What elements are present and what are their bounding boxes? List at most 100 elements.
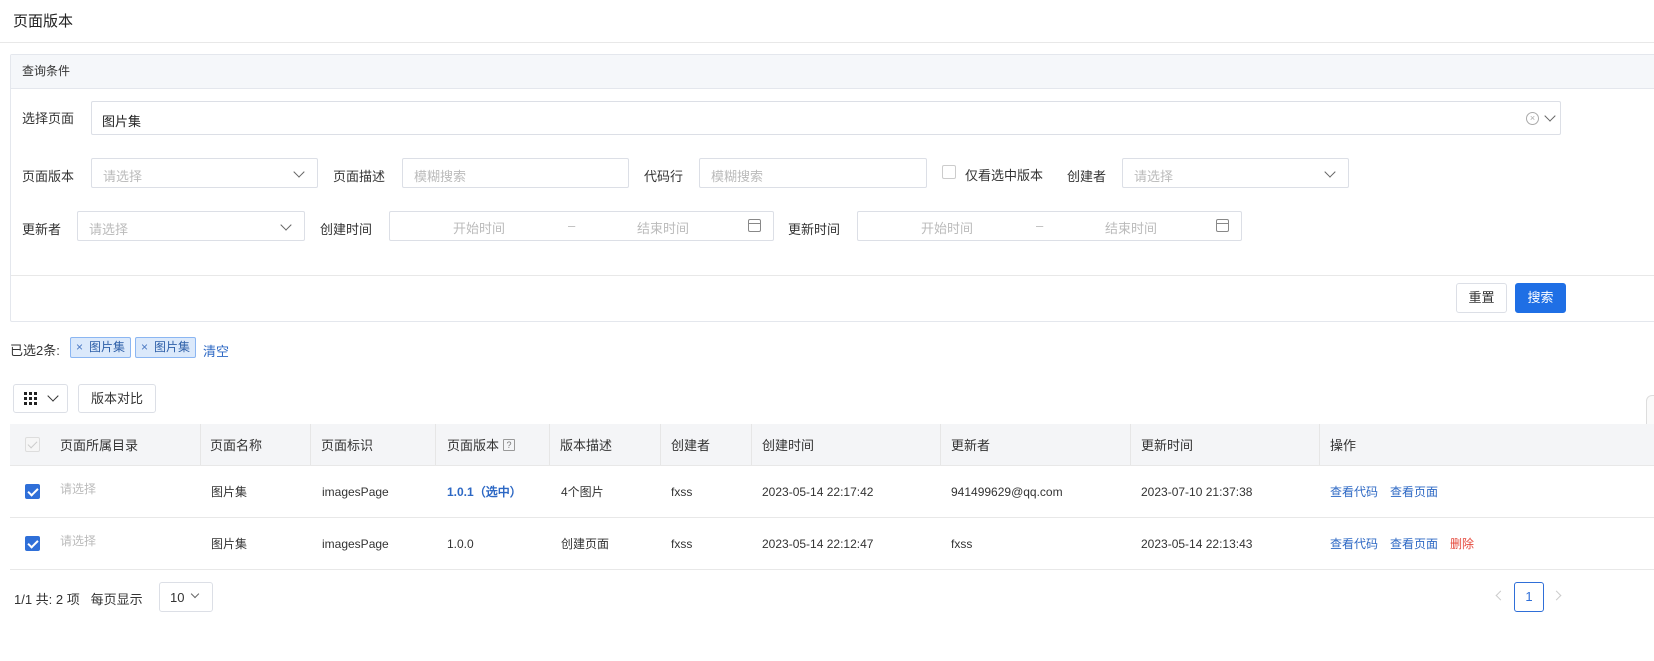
page-title: 页面版本: [13, 13, 74, 30]
th-ops: 操作: [1330, 438, 1357, 453]
query-panel-header: 查询条件: [11, 55, 1654, 89]
clear-selection-link[interactable]: 清空: [203, 341, 229, 360]
th-version-label: 页面版本: [447, 438, 500, 453]
th-created[interactable]: 创建时间: [762, 424, 814, 465]
th-key[interactable]: 页面标识: [321, 424, 373, 465]
table-header: 页面所属目录 页面名称 页面标识 页面版本 ? 版本描述 创建者 创建时间 更新…: [10, 424, 1654, 466]
created-time-end[interactable]: 结束时间: [637, 218, 689, 237]
page-size-select[interactable]: 10: [159, 582, 213, 612]
query-panel-divider: [11, 275, 1654, 276]
calendar-icon: [1216, 219, 1229, 232]
page-size-label: 每页显示: [90, 592, 143, 607]
column-settings-button[interactable]: [13, 384, 68, 413]
updated-time-label: 更新时间: [788, 222, 841, 237]
table-row: 请选择 图片集 imagesPage 1.0.1（选中） 4个图片 fxss 2…: [10, 466, 1654, 518]
close-icon[interactable]: ×: [141, 340, 148, 354]
updater-select[interactable]: 请选择: [77, 211, 305, 241]
updater-select-placeholder: 请选择: [89, 222, 129, 237]
chevron-down-icon: [293, 166, 305, 178]
chevron-down-icon: [1544, 110, 1556, 122]
reset-button[interactable]: 重置: [1456, 283, 1507, 313]
updater-label: 更新者: [22, 222, 62, 237]
version-select[interactable]: 请选择: [91, 158, 318, 188]
grid-icon: [24, 392, 37, 405]
view-code-link[interactable]: 查看代码: [1330, 535, 1378, 552]
selected-tag-text: 图片集: [89, 340, 126, 354]
delete-link[interactable]: 删除: [1450, 535, 1474, 552]
select-all-checkbox[interactable]: [25, 437, 40, 452]
row-key: imagesPage: [322, 484, 389, 499]
created-time-start[interactable]: 开始时间: [453, 218, 505, 237]
version-select-placeholder: 请选择: [103, 169, 143, 184]
calendar-icon: [748, 219, 761, 232]
th-creator[interactable]: 创建者: [671, 424, 710, 465]
version-label: 页面版本: [22, 169, 75, 184]
pagination-info: 1/1 共: 2 项 每页显示: [14, 589, 143, 608]
th-name[interactable]: 页面名称: [210, 424, 262, 465]
row-checkbox[interactable]: [25, 536, 40, 551]
row-version: 1.0.1（选中）: [447, 485, 522, 499]
code-input-placeholder: 模糊搜索: [711, 169, 764, 184]
selected-tag-text: 图片集: [154, 340, 191, 354]
page-select-value: 图片集: [102, 114, 142, 129]
row-created: 2023-05-14 22:12:47: [762, 536, 874, 551]
updated-time-start[interactable]: 开始时间: [921, 218, 973, 237]
chevron-down-icon: [280, 219, 292, 231]
next-page-icon[interactable]: [1551, 590, 1562, 601]
row-updater: 941499629@qq.com: [951, 484, 1063, 499]
page-select[interactable]: 图片集 ×: [91, 101, 1561, 135]
creator-label: 创建者: [1067, 169, 1107, 184]
row-creator: fxss: [671, 536, 693, 551]
search-button[interactable]: 搜索: [1515, 283, 1566, 313]
updated-time-end[interactable]: 结束时间: [1105, 218, 1157, 237]
selected-tag[interactable]: × 图片集: [70, 337, 132, 358]
page-number-current[interactable]: 1: [1514, 582, 1544, 612]
th-updated[interactable]: 更新时间: [1141, 424, 1193, 465]
view-page-link[interactable]: 查看页面: [1390, 535, 1438, 552]
range-separator: –: [568, 218, 576, 233]
only-selected-label: 仅看选中版本: [965, 168, 1044, 183]
th-dir[interactable]: 页面所属目录: [60, 424, 138, 465]
code-input[interactable]: 模糊搜索: [699, 158, 927, 188]
row-dir[interactable]: 请选择: [60, 532, 96, 549]
chevron-down-icon: [190, 589, 200, 599]
pagination-total: 1/1 共: 2 项: [14, 592, 80, 607]
creator-select[interactable]: 请选择: [1122, 158, 1349, 188]
creator-select-placeholder: 请选择: [1134, 169, 1174, 184]
only-selected-checkbox[interactable]: [942, 165, 956, 179]
range-separator: –: [1036, 218, 1044, 233]
row-key: imagesPage: [322, 536, 389, 551]
view-code-link[interactable]: 查看代码: [1330, 483, 1378, 500]
row-desc: 创建页面: [561, 537, 610, 551]
code-label: 代码行: [644, 169, 684, 184]
selected-tag[interactable]: × 图片集: [135, 337, 197, 358]
chevron-down-icon: [47, 390, 59, 402]
close-icon[interactable]: ×: [76, 340, 83, 354]
page-size-value: 10: [170, 590, 185, 605]
th-updater[interactable]: 更新者: [951, 424, 990, 465]
version-compare-button[interactable]: 版本对比: [78, 384, 156, 413]
desc-label: 页面描述: [333, 169, 386, 184]
th-version[interactable]: 页面版本 ?: [447, 424, 516, 465]
help-icon[interactable]: ?: [503, 438, 516, 451]
created-time-label: 创建时间: [320, 222, 373, 237]
row-dir[interactable]: 请选择: [60, 480, 96, 497]
row-creator: fxss: [671, 484, 693, 499]
desc-input[interactable]: 模糊搜索: [402, 158, 629, 188]
clear-icon[interactable]: ×: [1526, 112, 1539, 125]
row-checkbox[interactable]: [25, 484, 40, 499]
row-version: 1.0.0: [447, 536, 474, 551]
row-name: 图片集: [211, 485, 248, 499]
prev-page-icon[interactable]: [1495, 590, 1506, 601]
row-updated: 2023-07-10 21:37:38: [1141, 484, 1253, 499]
row-created: 2023-05-14 22:17:42: [762, 484, 874, 499]
query-panel: 查询条件 选择页面 图片集 × 页面版本 请选择 页面描述 模糊搜索 代码行 模…: [10, 54, 1654, 322]
title-divider: [0, 42, 1654, 43]
row-updated: 2023-05-14 22:13:43: [1141, 536, 1253, 551]
th-desc[interactable]: 版本描述: [560, 424, 612, 465]
updated-time-range[interactable]: 开始时间 – 结束时间: [857, 211, 1242, 241]
desc-input-placeholder: 模糊搜索: [414, 169, 467, 184]
view-page-link[interactable]: 查看页面: [1390, 483, 1438, 500]
created-time-range[interactable]: 开始时间 – 结束时间: [389, 211, 774, 241]
row-updater: fxss: [951, 536, 973, 551]
